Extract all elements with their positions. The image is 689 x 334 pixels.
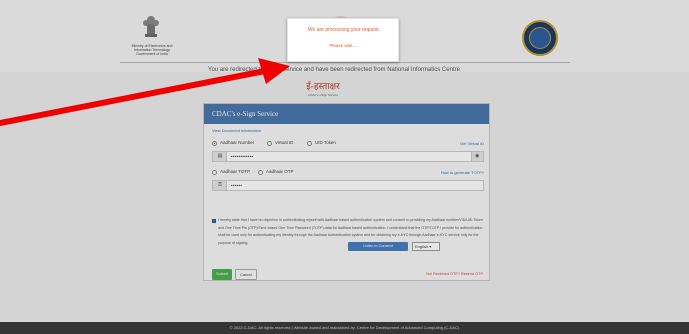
processing-title: We are processing your request. — [307, 27, 381, 33]
processing-subtitle: Please wait..... — [329, 43, 359, 48]
processing-dialog: We are processing your request. Please w… — [287, 18, 399, 62]
